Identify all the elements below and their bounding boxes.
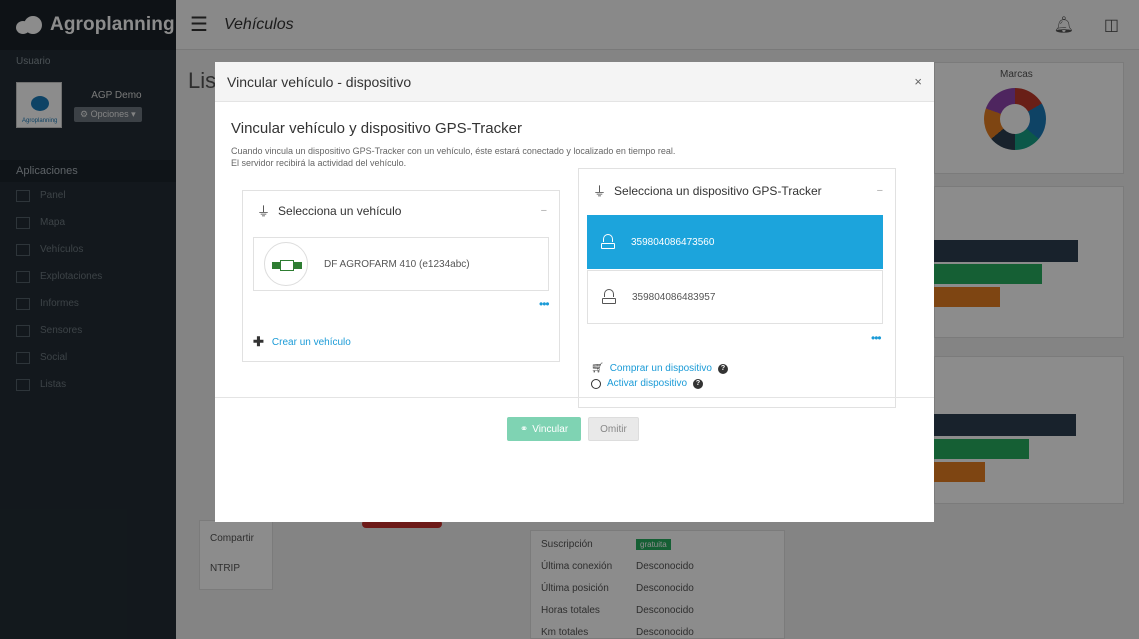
router-icon xyxy=(599,234,617,250)
plus-icon: ✚ xyxy=(253,334,264,349)
power-icon xyxy=(591,378,601,389)
plug-icon: ⏚ xyxy=(257,204,271,219)
description-line: Cuando vincula un dispositivo GPS-Tracke… xyxy=(231,146,676,156)
vehicle-brand-logo xyxy=(264,242,308,286)
link-button[interactable]: ⚭ Vincular xyxy=(507,417,581,441)
collapse-toggle[interactable]: − xyxy=(877,185,883,197)
modal-title: Vincular vehículo - dispositivo xyxy=(227,73,412,90)
buy-device-label: Comprar un dispositivo xyxy=(609,363,712,374)
create-vehicle-link[interactable]: ✚ Crear un vehículo xyxy=(253,334,351,350)
cart-icon: 🛒︎ xyxy=(591,363,604,374)
activate-device-label: Activar dispositivo xyxy=(607,378,688,389)
activate-device-link[interactable]: Activar dispositivo ? xyxy=(591,378,728,389)
skip-button[interactable]: Omitir xyxy=(588,417,639,441)
router-icon xyxy=(600,289,618,305)
divider xyxy=(215,397,934,398)
modal-header: Vincular vehículo - dispositivo × xyxy=(215,62,934,102)
device-panel: ⏚ Selecciona un dispositivo GPS-Tracker … xyxy=(578,168,896,408)
more-vehicles-button[interactable]: ••• xyxy=(539,297,550,311)
vehicle-panel-title: Selecciona un vehículo xyxy=(278,203,402,218)
collapse-toggle[interactable]: − xyxy=(541,205,547,217)
link-vehicle-modal: Vincular vehículo - dispositivo × Vincul… xyxy=(215,62,934,522)
modal-heading: Vincular vehículo y dispositivo GPS-Trac… xyxy=(231,120,522,137)
device-panel-title: Selecciona un dispositivo GPS-Tracker xyxy=(614,183,822,198)
link-icon: ⚭ xyxy=(519,423,529,435)
vehicle-list-item[interactable]: DF AGROFARM 410 (e1234abc) xyxy=(253,237,549,291)
create-vehicle-label: Crear un vehículo xyxy=(271,336,351,348)
device-list-item-selected[interactable]: 359804086473560 xyxy=(587,215,883,269)
device-id: 359804086483957 xyxy=(632,291,716,303)
device-list-item[interactable]: 359804086483957 xyxy=(587,270,883,324)
buy-device-link[interactable]: 🛒︎ Comprar un dispositivo ? xyxy=(591,363,728,374)
vehicle-name: DF AGROFARM 410 (e1234abc) xyxy=(324,258,470,270)
modal-description: Cuando vincula un dispositivo GPS-Tracke… xyxy=(231,145,791,169)
device-id: 359804086473560 xyxy=(631,236,715,248)
vehicle-panel: ⏚ Selecciona un vehículo − DF AGROFARM 4… xyxy=(242,190,560,362)
more-devices-button[interactable]: ••• xyxy=(871,331,882,345)
link-button-label: Vincular xyxy=(532,423,569,435)
close-icon[interactable]: × xyxy=(914,74,922,89)
help-icon[interactable]: ? xyxy=(717,363,728,374)
plug-icon: ⏚ xyxy=(593,184,607,199)
help-icon[interactable]: ? xyxy=(693,378,704,389)
